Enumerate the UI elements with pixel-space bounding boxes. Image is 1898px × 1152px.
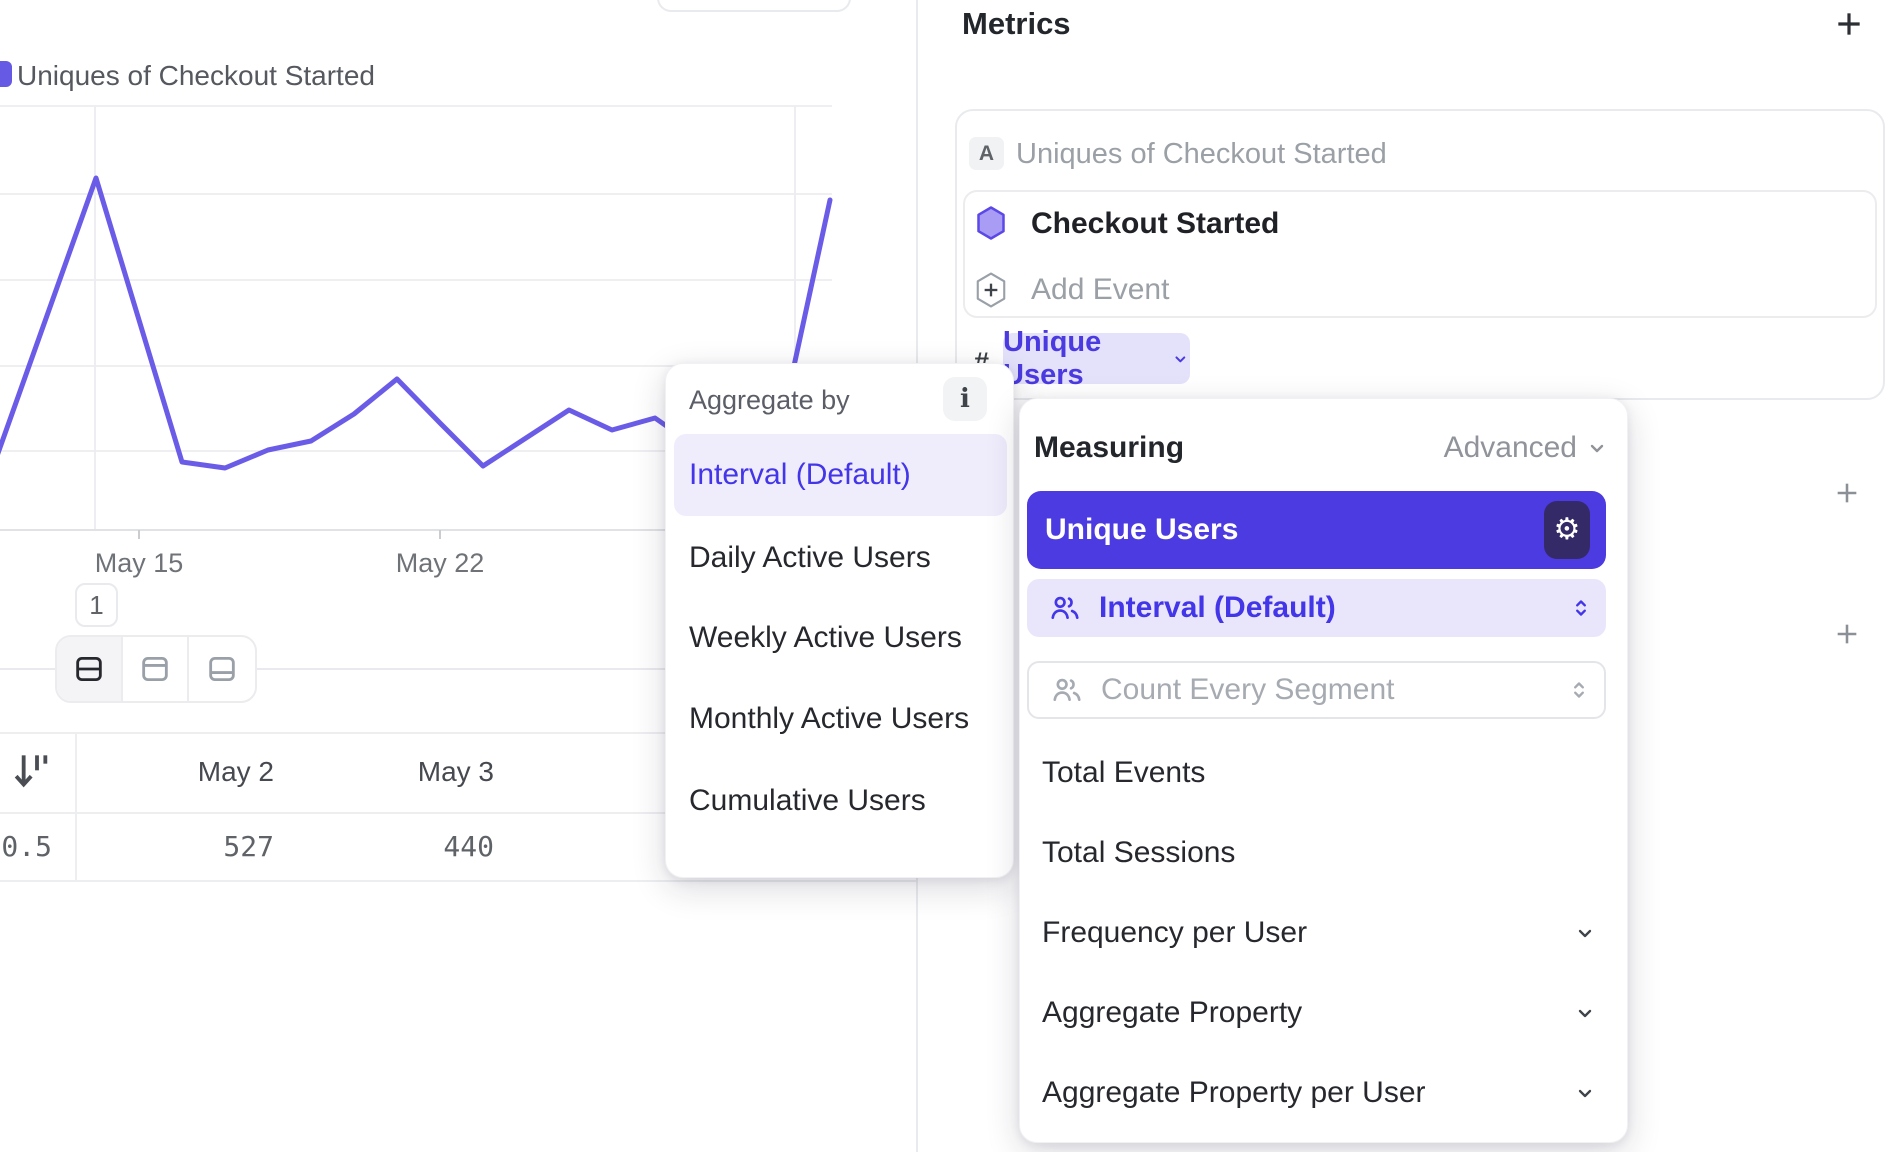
layout-top-bar-button[interactable] (123, 637, 189, 701)
aggregate-by-popup: Aggregate by i Interval (Default) Daily … (665, 363, 1014, 878)
plus-icon (1833, 620, 1861, 648)
aggregate-by-title: Aggregate by (689, 385, 850, 416)
analytics-screen: Uniques of Checkout Started May 15 May 22… (0, 0, 1898, 1152)
measure-total-events[interactable]: Total Events (1042, 751, 1205, 795)
chevron-down-icon[interactable] (1573, 991, 1597, 1035)
count-every-segment-row[interactable]: Count Every Segment (1027, 661, 1606, 719)
table-header-may3[interactable]: May 3 (374, 732, 494, 812)
metrics-panel-title: Metrics (962, 6, 1071, 42)
table-row-label: 0.5 (0, 812, 52, 880)
chevron-down-icon (1171, 348, 1190, 370)
table-cell-may2: 527 (154, 812, 274, 880)
aggregate-option-wau[interactable]: Weekly Active Users (689, 616, 962, 660)
aggregate-option-cumulative[interactable]: Cumulative Users (689, 779, 926, 823)
add-metric-slot-button-2[interactable] (1833, 620, 1861, 648)
table-cell-may3: 440 (374, 812, 494, 880)
bottom-bar-icon (205, 652, 239, 686)
measure-settings-button[interactable]: ⚙ (1544, 501, 1590, 559)
event-hexagon-icon (976, 206, 1006, 240)
advanced-label: Advanced (1444, 431, 1577, 465)
measure-frequency-per-user[interactable]: Frequency per User (1042, 911, 1307, 955)
plus-icon (1833, 8, 1865, 40)
table-column-separator (75, 732, 77, 880)
advanced-toggle[interactable]: Advanced (1444, 431, 1609, 465)
add-metric-button[interactable] (1833, 8, 1865, 40)
page-number-badge[interactable]: 1 (75, 583, 118, 627)
sort-button[interactable] (12, 750, 52, 794)
measure-unique-users-label: Unique Users (1045, 513, 1238, 547)
add-event-button[interactable]: Add Event (1031, 272, 1169, 308)
metric-card-title[interactable]: Uniques of Checkout Started (1016, 138, 1387, 171)
table-header-may2[interactable]: May 2 (154, 732, 274, 812)
chevron-down-icon[interactable] (1573, 1071, 1597, 1115)
layout-toggle-group (55, 635, 257, 703)
chevron-down-icon[interactable] (1573, 911, 1597, 955)
updown-icon (1566, 677, 1592, 703)
measuring-title: Measuring (1034, 431, 1184, 465)
info-button[interactable]: i (943, 377, 987, 421)
updown-icon (1568, 595, 1594, 621)
aggregate-option-dau[interactable]: Daily Active Users (689, 536, 931, 580)
sort-descending-icon (12, 750, 52, 794)
plus-icon (1833, 479, 1861, 507)
interval-default-row[interactable]: Interval (Default) (1027, 579, 1606, 637)
aggregate-option-interval[interactable]: Interval (Default) (674, 434, 1007, 516)
layout-split-horizontal-button[interactable] (57, 637, 123, 701)
split-horizontal-icon (72, 652, 106, 686)
measure-aggregate-property-per-user[interactable]: Aggregate Property per User (1042, 1071, 1426, 1115)
add-event-icon (975, 272, 1007, 308)
add-metric-slot-button-1[interactable] (1833, 479, 1861, 507)
event-name[interactable]: Checkout Started (1031, 206, 1279, 242)
users-icon (1049, 594, 1081, 622)
measure-aggregate-property[interactable]: Aggregate Property (1042, 991, 1302, 1035)
top-bar-icon (138, 652, 172, 686)
metric-letter-badge: A (969, 137, 1004, 170)
count-every-segment-label: Count Every Segment (1101, 673, 1394, 707)
layout-bottom-bar-button[interactable] (189, 637, 255, 701)
aggregate-option-mau[interactable]: Monthly Active Users (689, 697, 969, 741)
gear-icon: ⚙ (1554, 515, 1581, 545)
table-bottom-border (0, 880, 916, 882)
measuring-popup: Measuring Advanced Unique Users ⚙ (1019, 398, 1628, 1143)
measurement-pill-label: Unique Users (1003, 326, 1162, 392)
x-axis-label: May 22 (396, 548, 485, 579)
users-icon (1051, 676, 1083, 704)
interval-default-label: Interval (Default) (1099, 591, 1336, 625)
measure-total-sessions[interactable]: Total Sessions (1042, 831, 1235, 875)
measurement-pill-button[interactable]: Unique Users (1003, 333, 1190, 384)
x-axis-label: May 15 (95, 548, 184, 579)
measure-unique-users-selected[interactable]: Unique Users ⚙ (1027, 491, 1606, 569)
chevron-down-icon (1585, 436, 1609, 460)
